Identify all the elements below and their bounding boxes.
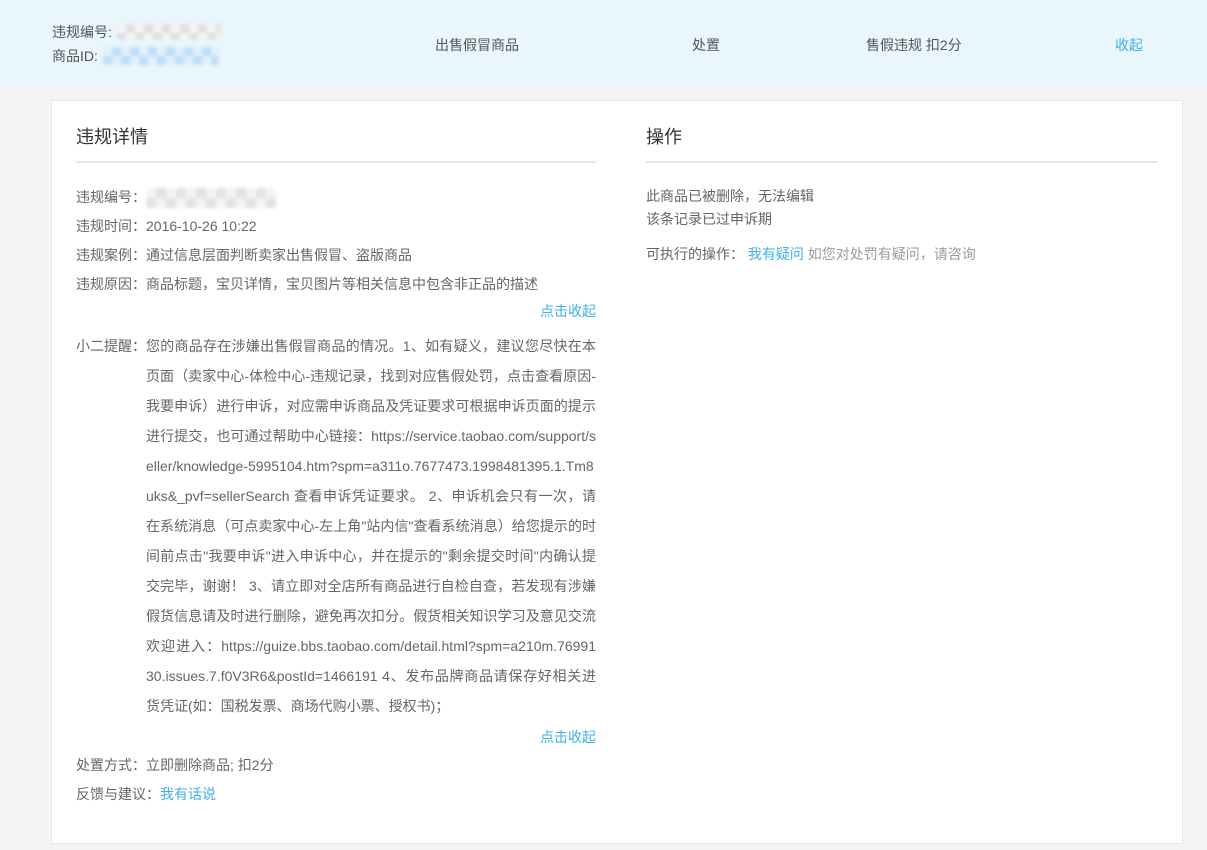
operation-section: 操作 此商品已被删除，无法编辑 该条记录已过申诉期 可执行的操作： 我有疑问 如… (646, 119, 1158, 843)
operation-action-label: 可执行的操作： (646, 246, 744, 262)
detail-case-row: 违规案例： 通过信息层面判断卖家出售假冒、盗版商品 (76, 245, 596, 266)
violation-type: 出售假冒商品 (435, 35, 519, 55)
disposal-column: 处置 (692, 35, 720, 55)
reason-collapse-link[interactable]: 点击收起 (540, 303, 596, 319)
reason-collapse-row: 点击收起 (76, 301, 596, 321)
detail-disposal-value: 立即删除商品; 扣2分 (146, 755, 596, 776)
record-id-block: 违规编号: 商品ID: (52, 20, 221, 68)
detail-reason-value: 商品标题，宝贝详情，宝贝图片等相关信息中包含非正品的描述 (146, 274, 596, 295)
detail-reason-label: 违规原因： (76, 274, 146, 295)
collapse-record-link[interactable]: 收起 (1115, 35, 1143, 55)
detail-reminder-row: 小二提醒： 您的商品存在涉嫌出售假冒商品的情况。1、如有疑义，建议您尽快在本页面… (76, 331, 596, 721)
operation-action-row: 可执行的操作： 我有疑问 如您对处罚有疑问，请咨询 (646, 244, 1158, 264)
reminder-collapse-link[interactable]: 点击收起 (540, 729, 596, 745)
violation-number-label: 违规编号: (52, 22, 112, 42)
detail-feedback-row: 反馈与建议： 我有话说 (76, 784, 596, 805)
detail-section-title: 违规详情 (76, 119, 596, 163)
operation-status-lines: 此商品已被删除，无法编辑 该条记录已过申诉期 (646, 185, 1158, 231)
operation-section-title: 操作 (646, 119, 1158, 163)
detail-violation-number-label: 违规编号： (76, 187, 146, 208)
detail-reminder-label: 小二提醒： (76, 331, 146, 721)
product-id-row: 商品ID: (52, 44, 221, 68)
detail-disposal-label: 处置方式： (76, 755, 146, 776)
detail-reason-row: 违规原因： 商品标题，宝贝详情，宝贝图片等相关信息中包含非正品的描述 (76, 274, 596, 295)
detail-disposal-row: 处置方式： 立即删除商品; 扣2分 (76, 755, 596, 776)
violation-record-header: 违规编号: 商品ID: 出售假冒商品 处置 售假违规 扣2分 收起 (0, 0, 1207, 88)
detail-violation-number-redacted (146, 188, 276, 208)
have-question-link[interactable]: 我有疑问 (748, 246, 804, 262)
violation-number-redacted-value (117, 24, 221, 40)
product-id-label: 商品ID: (52, 46, 98, 66)
detail-section: 违规详情 违规编号： 违规时间： 2016-10-26 10:22 违规案例： … (76, 119, 596, 843)
detail-time-row: 违规时间： 2016-10-26 10:22 (76, 216, 596, 237)
detail-case-value: 通过信息层面判断卖家出售假冒、盗版商品 (146, 245, 596, 266)
detail-time-label: 违规时间： (76, 216, 146, 237)
violation-number-row: 违规编号: (52, 20, 221, 44)
column-gap (596, 119, 646, 843)
reminder-collapse-row: 点击收起 (76, 727, 596, 747)
product-id-redacted-link[interactable] (103, 47, 219, 65)
detail-feedback-label: 反馈与建议： (76, 784, 160, 805)
operation-status-line-deleted: 此商品已被删除，无法编辑 (646, 185, 1158, 208)
detail-violation-number-row: 违规编号： (76, 187, 596, 208)
penalty-points: 售假违规 扣2分 (866, 35, 962, 55)
detail-case-label: 违规案例： (76, 245, 146, 266)
operation-status-line-appeal: 该条记录已过申诉期 (646, 208, 1158, 231)
violation-detail-panel: 违规详情 违规编号： 违规时间： 2016-10-26 10:22 违规案例： … (51, 100, 1183, 844)
operation-action-hint: 如您对处罚有疑问，请咨询 (808, 246, 976, 262)
feedback-link[interactable]: 我有话说 (160, 786, 216, 802)
detail-time-value: 2016-10-26 10:22 (146, 216, 596, 237)
detail-reminder-text: 您的商品存在涉嫌出售假冒商品的情况。1、如有疑义，建议您尽快在本页面（卖家中心-… (146, 331, 596, 721)
